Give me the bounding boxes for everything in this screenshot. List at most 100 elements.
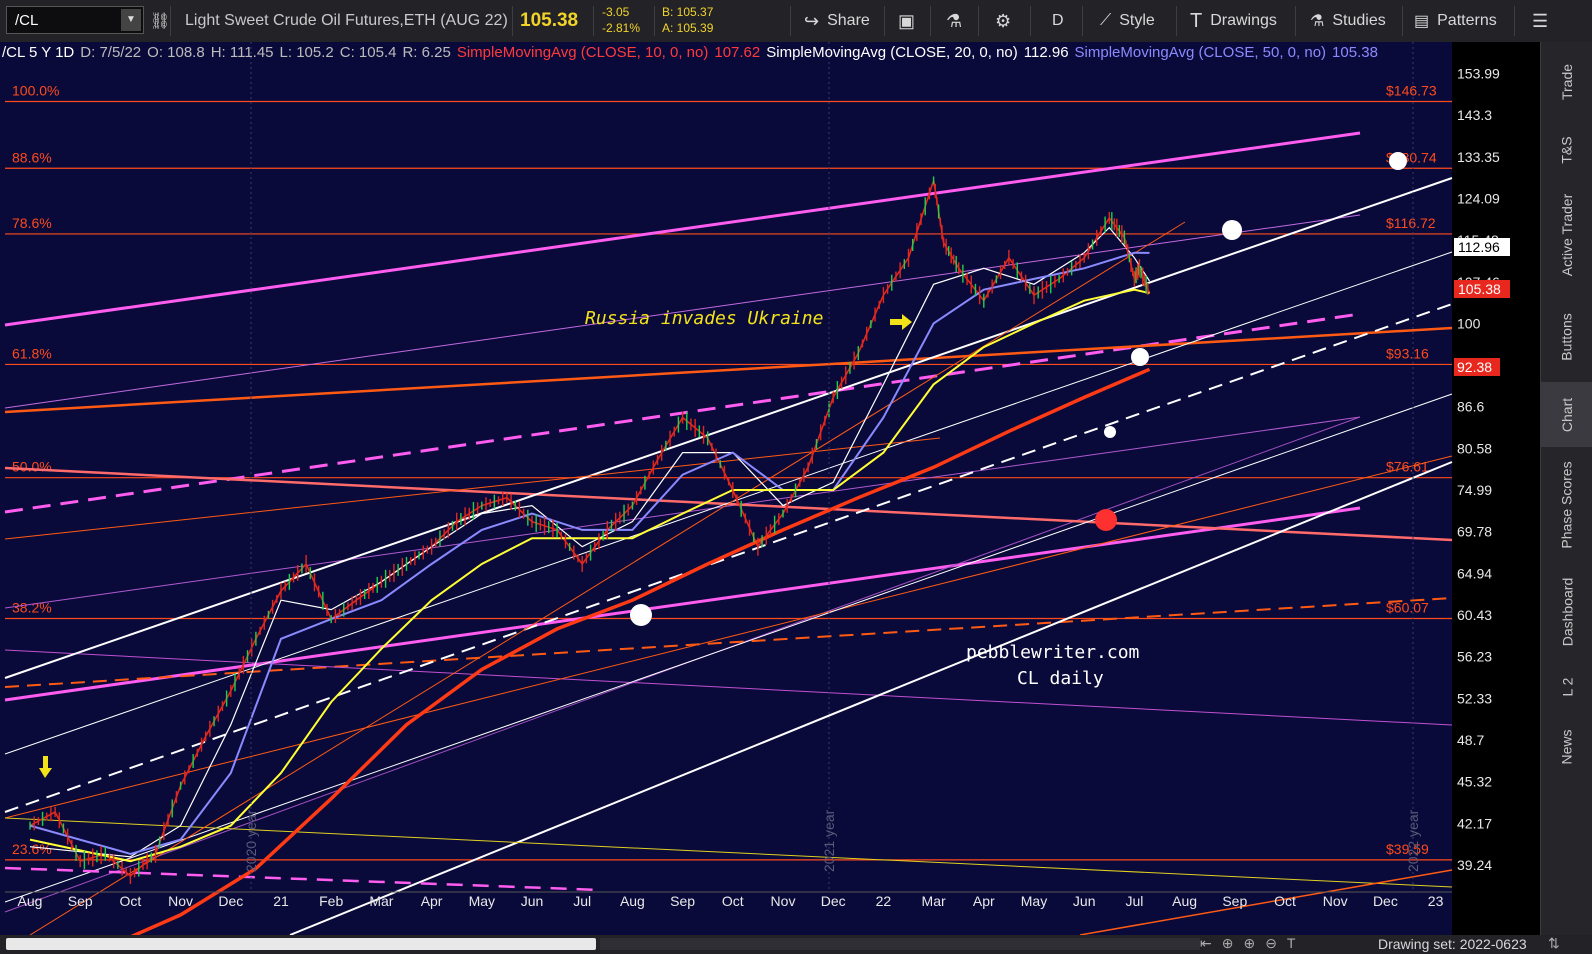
fib-pct-label-3: 61.8% [12, 345, 52, 361]
target-marker-6 [630, 604, 652, 626]
period-button[interactable]: D [1052, 0, 1064, 42]
x-tick-label: Sep [670, 893, 695, 909]
scroll-track[interactable] [6, 938, 596, 950]
drawings-button[interactable]: T Drawings [1190, 0, 1277, 42]
x-tick-label: Apr [421, 893, 443, 909]
x-tick-label: 23 [1428, 893, 1444, 909]
symbol-text: /CL [15, 12, 39, 29]
x-tick-label: Oct [722, 893, 744, 909]
right-sidebar: Trade T&S Active Trader Buttons Chart Ph… [1540, 42, 1592, 935]
x-tick-label: May [1021, 893, 1047, 909]
flask-icon[interactable]: ⚗ [946, 0, 962, 42]
drawings-icon: T [1190, 9, 1203, 32]
x-tick-label: Jun [521, 893, 544, 909]
bid-ask-block: B: 105.37 A: 105.39 [662, 4, 713, 36]
share-button[interactable]: ↪ Share [804, 0, 870, 42]
tab-news[interactable]: News [1541, 712, 1592, 782]
sma20-label: SimpleMovingAvg (CLOSE, 20, 0, no) [766, 43, 1018, 61]
y-tick-label: 39.24 [1457, 857, 1492, 873]
tab-active-trader[interactable]: Active Trader [1541, 177, 1592, 292]
drawing-set-label[interactable]: Drawing set: 2022-0623 [1378, 936, 1527, 952]
badge-last: 105.38 [1454, 280, 1510, 298]
style-label: Style [1119, 12, 1155, 29]
x-tick-label: Jul [573, 893, 591, 909]
ask-value: A: 105.39 [662, 21, 714, 35]
fib-price-label-3: $93.16 [1386, 345, 1429, 361]
tab-phase-scores[interactable]: Phase Scores [1541, 447, 1592, 562]
chart-period: /CL 5 Y 1D [2, 43, 75, 61]
event-annotation: Russia invades Ukraine [585, 308, 823, 329]
x-tick-label: Dec [1373, 893, 1398, 909]
badge-sma200: 92.38 [1454, 358, 1500, 376]
patterns-button[interactable]: ▤ Patterns [1414, 0, 1497, 42]
y-tick-label: 45.32 [1457, 774, 1492, 790]
studies-button[interactable]: ⚗ Studies [1310, 0, 1386, 42]
fib-pct-label-0: 100.0% [12, 82, 59, 98]
expand-icon[interactable]: ⇅ [1548, 935, 1560, 952]
symbol-dropdown-icon[interactable]: ▼ [121, 9, 141, 31]
y-tick-label: 153.99 [1457, 66, 1500, 82]
header-range: R: 6.25 [402, 43, 451, 61]
target-marker-3 [1131, 348, 1149, 366]
sma10-label: SimpleMovingAvg (CLOSE, 10, 0, no) [456, 43, 709, 61]
y-tick-label: 124.09 [1457, 190, 1500, 206]
y-tick-label: 133.35 [1457, 149, 1500, 165]
y-tick-label: 100 [1457, 315, 1481, 331]
last-price: 105.38 [520, 10, 579, 31]
tab-buttons[interactable]: Buttons [1541, 292, 1592, 382]
y-tick-label: 143.3 [1457, 107, 1492, 123]
target-marker-5 [1095, 509, 1117, 531]
x-tick-label: Mar [369, 893, 393, 909]
style-icon: ⟋ [1100, 12, 1112, 29]
x-tick-label: 21 [273, 893, 289, 909]
symbol-input[interactable]: /CL ▼ [6, 6, 144, 34]
bid-value: B: 105.37 [662, 5, 714, 19]
watermark-line2: CL daily [1017, 668, 1104, 689]
tab-dashboard[interactable]: Dashboard [1541, 562, 1592, 662]
tab-l2[interactable]: L 2 [1541, 662, 1592, 712]
share-label: Share [827, 12, 870, 29]
target-marker-1 [1389, 152, 1407, 170]
target-marker-2 [1222, 220, 1242, 240]
drawings-label: Drawings [1210, 12, 1277, 29]
change-block: -3.05 -2.81% [602, 4, 640, 36]
y-tick-label: 80.58 [1457, 440, 1492, 456]
badge-sma200-text: 92.38 [1457, 359, 1492, 375]
y-tick-label: 74.99 [1457, 482, 1492, 498]
instrument-name: Light Sweet Crude Oil Futures,ETH (AUG 2… [185, 12, 508, 29]
x-tick-label: 22 [876, 893, 892, 909]
badge-sma20: 112.96 [1454, 238, 1510, 256]
fib-pct-label-1: 88.6% [12, 149, 52, 165]
target-marker-4 [1104, 426, 1116, 438]
x-tick-label: Sep [1222, 893, 1247, 909]
change-value: -3.05 [602, 5, 630, 19]
y-tick-label: 42.17 [1457, 815, 1492, 831]
x-tick-label: Jul [1125, 893, 1143, 909]
tab-ts[interactable]: T&S [1541, 122, 1592, 177]
tab-trade[interactable]: Trade [1541, 42, 1592, 122]
header-open: O: 108.8 [147, 43, 205, 61]
x-tick-label: Nov [1323, 893, 1348, 909]
x-tick-label: Nov [771, 893, 796, 909]
tab-chart[interactable]: Chart [1541, 382, 1592, 447]
x-tick-label: Aug [620, 893, 645, 909]
studies-label: Studies [1332, 12, 1386, 29]
link-icon[interactable]: ⛓ [150, 0, 170, 42]
chart-area[interactable]: 100.0% $146.73 88.6% $130.74 78.6% $116.72 61.… [0, 42, 1540, 935]
patterns-label: Patterns [1437, 12, 1497, 29]
menu-icon[interactable]: ☰ [1532, 0, 1548, 42]
gear-icon[interactable]: ⚙ [995, 0, 1011, 42]
zoom-controls[interactable]: ⇤⊕⊕⊖T [1200, 935, 1305, 952]
watermark-line1: pebblewriter.com [966, 642, 1139, 663]
bottom-bar: ⇤⊕⊕⊖T Drawing set: 2022-0623 ⇅ [0, 935, 1592, 954]
style-button[interactable]: ⟋ Style [1100, 0, 1155, 42]
scrollbar-thumb[interactable] [600, 938, 1200, 950]
badge-sma20-text: 112.96 [1458, 239, 1500, 255]
snapshot-icon[interactable]: ▣ [898, 0, 915, 42]
x-tick-label: Jun [1073, 893, 1096, 909]
x-tick-label: Oct [1274, 893, 1296, 909]
x-tick-label: May [469, 893, 495, 909]
price-chart[interactable]: 100.0% $146.7388.6% $130.7478.6% $116.7261.… [0, 42, 1540, 935]
y-tick-label: 52.33 [1457, 690, 1492, 706]
chart-header: /CL 5 Y 1D D: 7/5/22 O: 108.8 H: 111.45 … [2, 42, 1384, 62]
